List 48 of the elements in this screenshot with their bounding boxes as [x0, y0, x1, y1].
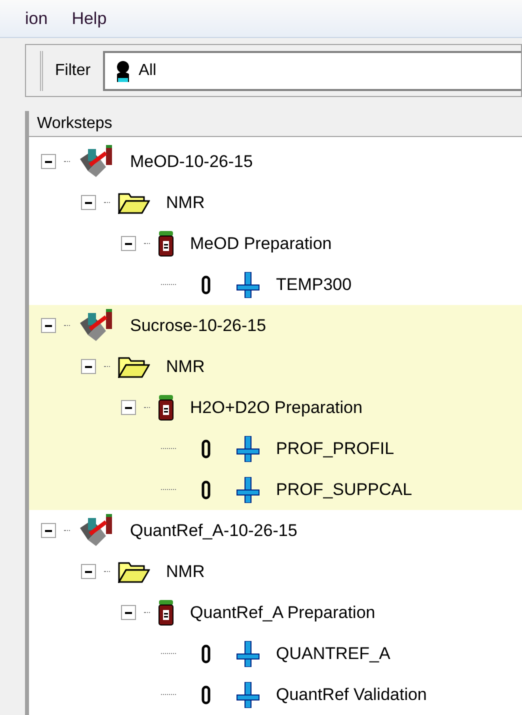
tree-item-label[interactable]: QUANTREF_A: [276, 640, 390, 666]
collapse-toggle[interactable]: [121, 236, 136, 251]
collapse-toggle[interactable]: [41, 318, 56, 333]
tree-item-label[interactable]: QuantRef Validation: [276, 682, 427, 708]
collapse-toggle[interactable]: [121, 605, 136, 620]
paperclip-icon: [200, 644, 212, 664]
tree-item-label[interactable]: PROF_PROFIL: [276, 436, 394, 462]
pin-icon: [236, 640, 260, 666]
rack-icon: [78, 308, 114, 342]
paperclip-icon: [200, 684, 212, 704]
folder-icon: [118, 356, 150, 378]
filter-label: Filter: [55, 60, 91, 81]
folder-icon: [118, 192, 150, 214]
collapse-toggle[interactable]: [41, 154, 56, 169]
folder-icon: [118, 560, 150, 582]
paperclip-icon: [200, 480, 212, 500]
paperclip-icon: [200, 274, 212, 294]
tree-item-label[interactable]: MeOD-10-26-15: [130, 148, 253, 174]
tree-item-label[interactable]: H2O+D2O Preparation: [190, 394, 362, 420]
tree-item-label[interactable]: PROF_SUPPCAL: [276, 476, 412, 502]
pin-icon: [236, 476, 260, 502]
collapse-toggle[interactable]: [121, 400, 136, 415]
collapse-toggle[interactable]: [81, 195, 96, 210]
collapse-toggle[interactable]: [81, 564, 96, 579]
tree-item-label[interactable]: MeOD Preparation: [190, 230, 332, 256]
pin-icon: [236, 436, 260, 462]
jar-icon: [158, 600, 174, 626]
menu-item[interactable]: Help: [72, 6, 107, 32]
collapse-toggle[interactable]: [81, 359, 96, 374]
pin-icon: [236, 682, 260, 708]
rack-icon: [78, 514, 114, 548]
jar-icon: [158, 230, 174, 256]
tree-item-label[interactable]: QuantRef_A-10-26-15: [130, 518, 298, 544]
jar-icon: [158, 394, 174, 420]
menu-item[interactable]: ion: [25, 6, 48, 32]
tree-item-label[interactable]: Sucrose-10-26-15: [130, 312, 266, 338]
tree-item-label[interactable]: NMR: [166, 190, 205, 216]
tree-item-label[interactable]: NMR: [166, 354, 205, 380]
column-header: Worksteps: [29, 111, 522, 137]
pin-icon: [236, 272, 260, 298]
tree-item-label[interactable]: NMR: [166, 558, 205, 584]
collapse-toggle[interactable]: [41, 523, 56, 538]
filter-value: All: [138, 60, 156, 81]
paperclip-icon: [200, 438, 212, 458]
rack-icon: [78, 144, 114, 178]
filter-field[interactable]: All: [102, 50, 521, 91]
tree-item-label[interactable]: QuantRef_A Preparation: [190, 600, 376, 626]
tree-item-label[interactable]: TEMP300: [276, 272, 352, 298]
